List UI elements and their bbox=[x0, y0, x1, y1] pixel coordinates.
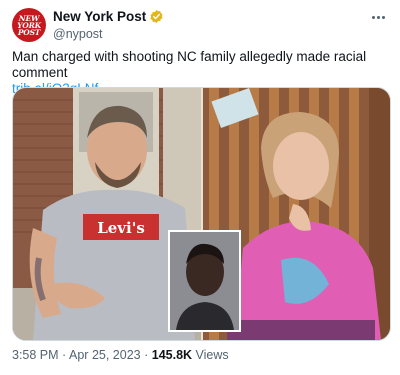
inset-mugshot bbox=[168, 230, 241, 332]
display-name[interactable]: New York Post bbox=[53, 9, 146, 24]
author-name-row: New York Post bbox=[53, 9, 164, 24]
views-label: Views bbox=[195, 348, 229, 362]
shirt-logo-text: Levi's bbox=[97, 219, 145, 237]
handle[interactable]: @nypost bbox=[53, 27, 103, 41]
verified-badge-icon bbox=[150, 9, 163, 24]
tweet-card[interactable]: NEW YORK POST New York Post @nypost Man … bbox=[0, 0, 400, 375]
tweet-time[interactable]: 3:58 PM bbox=[12, 348, 59, 362]
tweet-date[interactable]: Apr 25, 2023 bbox=[69, 348, 141, 362]
tweet-meta: 3:58 PM · Apr 25, 2023 · 145.8K Views bbox=[12, 348, 229, 362]
tweet-body: Man charged with shooting NC family alle… bbox=[12, 49, 367, 80]
meta-separator-1: · bbox=[62, 348, 67, 362]
avatar-logo-text: NEW YORK POST bbox=[17, 13, 41, 37]
tweet-media[interactable]: Levi's bbox=[12, 87, 391, 341]
more-icon[interactable] bbox=[368, 8, 388, 26]
views-count: 145.8K bbox=[151, 348, 193, 362]
avatar[interactable]: NEW YORK POST bbox=[12, 8, 46, 42]
meta-separator-2: · bbox=[144, 348, 149, 362]
